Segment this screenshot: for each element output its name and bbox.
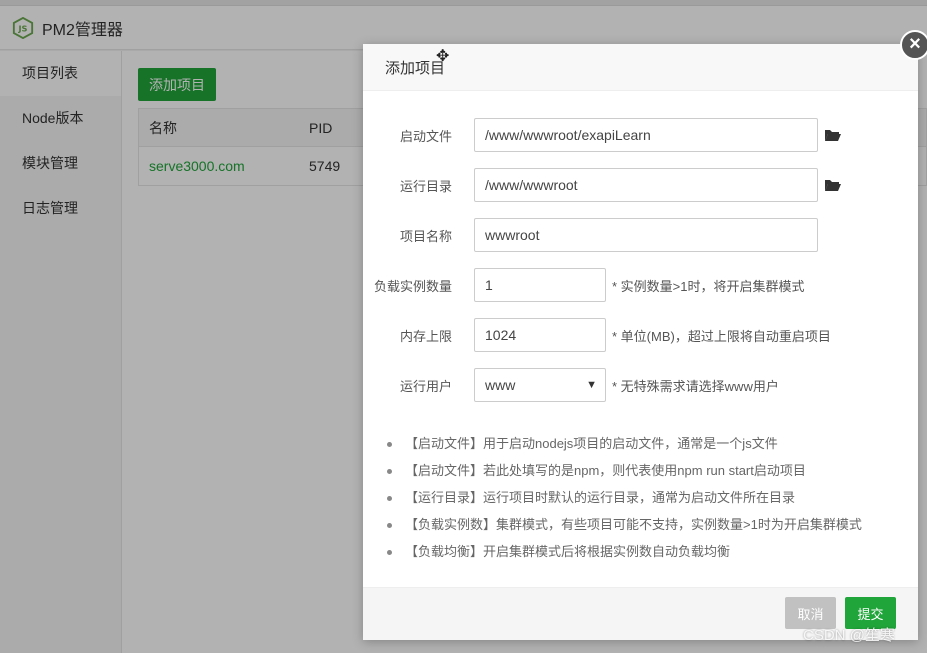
start-file-input[interactable]: /www/wwwroot/exapiLearn <box>474 118 818 152</box>
start-file-label: 启动文件 <box>399 128 452 144</box>
field-start-file: 启动文件 /www/wwwroot/exapiLearn <box>363 118 842 152</box>
list-item: 【负载均衡】开启集群模式后将根据实例数自动负载均衡 <box>385 538 905 565</box>
run-dir-label: 运行目录 <box>399 178 452 194</box>
watermark: CSDN @笙寒 <box>803 627 895 644</box>
list-item: 【负载实例数】集群模式，有些项目可能不支持，实例数量>1时为开启集群模式 <box>385 511 905 538</box>
project-name-input[interactable]: wwwroot <box>474 218 818 252</box>
move-cursor-icon: ✥ <box>436 48 450 65</box>
instances-hint: * 实例数量>1时，将开启集群模式 <box>612 278 805 294</box>
run-user-hint: * 无特殊需求请选择www用户 <box>612 378 779 394</box>
memory-hint: * 单位(MB)，超过上限将自动重启项目 <box>612 328 831 344</box>
run-user-value: www <box>485 377 516 393</box>
folder-open-icon[interactable] <box>824 178 842 192</box>
close-icon[interactable]: × <box>900 30 927 60</box>
list-item: 【启动文件】若此处填写的是npm，则代表使用npm run start启动项目 <box>385 457 905 484</box>
dialog-header[interactable]: 添加项目 ✥ <box>363 44 918 91</box>
project-name-label: 项目名称 <box>399 228 452 244</box>
list-item: 【运行目录】运行项目时默认的运行目录，通常为启动文件所在目录 <box>385 484 905 511</box>
field-run-dir: 运行目录 /www/wwwroot <box>363 168 842 202</box>
memory-label: 内存上限 <box>399 328 452 344</box>
field-project-name: 项目名称 wwwroot <box>363 218 818 252</box>
run-dir-input[interactable]: /www/wwwroot <box>474 168 818 202</box>
list-item: 【启动文件】用于启动nodejs项目的启动文件，通常是一个js文件 <box>385 430 905 457</box>
folder-open-icon[interactable] <box>824 128 842 142</box>
run-user-label: 运行用户 <box>399 378 452 394</box>
chevron-down-icon: ▼ <box>586 379 597 391</box>
run-user-select[interactable]: www ▼ <box>474 368 606 402</box>
help-notes: 【启动文件】用于启动nodejs项目的启动文件，通常是一个js文件 【启动文件】… <box>385 430 905 565</box>
field-instances: 负载实例数量 1 * 实例数量>1时，将开启集群模式 <box>363 268 805 302</box>
memory-input[interactable]: 1024 <box>474 318 606 352</box>
add-project-dialog: 添加项目 ✥ 启动文件 /www/wwwroot/exapiLearn 运行目录… <box>363 44 918 640</box>
instances-label: 负载实例数量 <box>373 278 452 294</box>
instances-input[interactable]: 1 <box>474 268 606 302</box>
field-run-user: 运行用户 www ▼ * 无特殊需求请选择www用户 <box>363 368 779 402</box>
field-memory: 内存上限 1024 * 单位(MB)，超过上限将自动重启项目 <box>363 318 831 352</box>
